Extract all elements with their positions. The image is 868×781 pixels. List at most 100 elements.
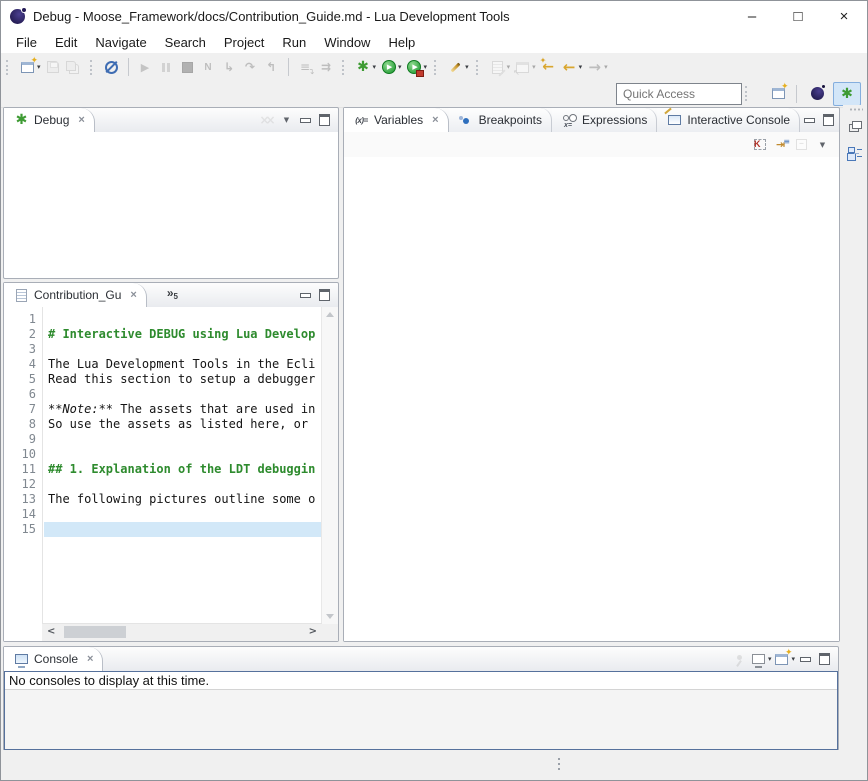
scroll-down-arrow-icon[interactable] — [326, 614, 334, 619]
show-logical-structure-button[interactable] — [749, 135, 770, 154]
view-menu-button[interactable] — [277, 111, 296, 130]
resume-button[interactable] — [135, 58, 156, 77]
menu-help[interactable]: Help — [379, 33, 424, 52]
pin-console-button[interactable] — [730, 650, 749, 669]
quick-access-input[interactable] — [616, 83, 742, 105]
sash-drag-dots-icon[interactable] — [558, 758, 560, 760]
maximize-window-button[interactable]: □ — [775, 1, 821, 31]
view-layout-button[interactable] — [845, 144, 866, 163]
skip-all-breakpoints-button[interactable] — [101, 58, 122, 77]
dropdown-arrow-icon[interactable]: ▾ — [579, 63, 583, 71]
minimize-button[interactable] — [800, 111, 819, 130]
save-all-button[interactable] — [64, 58, 85, 77]
dropdown-arrow-icon[interactable]: ▾ — [373, 63, 377, 71]
tab-breakpoints[interactable]: Breakpoints — [449, 108, 552, 132]
suspend-button[interactable] — [156, 58, 177, 77]
maximize-button[interactable] — [315, 111, 334, 130]
horizontal-scroll-thumb[interactable] — [64, 626, 126, 638]
run-button[interactable]: ▾ — [378, 58, 404, 77]
minimize-window-button[interactable]: – — [729, 1, 775, 31]
display-selected-console-button[interactable]: ▾ — [749, 650, 773, 669]
back-button[interactable]: ▾ — [559, 58, 585, 77]
menu-search[interactable]: Search — [156, 33, 215, 52]
editor-text-area[interactable]: # Interactive DEBUG using Lua DevelopThe… — [44, 307, 322, 624]
maximize-button[interactable] — [315, 286, 334, 305]
tab-variables[interactable]: Variables × — [344, 108, 449, 132]
close-tab-icon[interactable]: × — [432, 114, 438, 126]
debug-button[interactable]: ▾ — [353, 58, 379, 77]
new-wizard-button[interactable]: ▾ — [17, 58, 43, 77]
new-task-button[interactable]: ▾ — [487, 58, 513, 77]
disconnect-button[interactable] — [198, 58, 219, 77]
minimize-button[interactable] — [296, 111, 315, 130]
menu-edit[interactable]: Edit — [46, 33, 86, 52]
tab-interactive-console[interactable]: Interactive Console — [657, 108, 800, 132]
dropdown-arrow-icon[interactable]: ▾ — [507, 63, 511, 71]
tab-console[interactable]: Console × — [4, 647, 103, 671]
menu-file[interactable]: File — [7, 33, 46, 52]
scrollbar-corner — [322, 624, 338, 641]
menu-navigate[interactable]: Navigate — [86, 33, 155, 52]
open-console-button[interactable]: ▾ — [772, 650, 796, 669]
view-menu-button[interactable] — [812, 135, 833, 154]
restore-views-button[interactable] — [845, 117, 866, 136]
collapse-all-button[interactable] — [791, 135, 812, 154]
use-step-filters-button[interactable] — [316, 58, 337, 77]
close-tab-icon[interactable]: × — [87, 653, 93, 665]
dropdown-arrow-icon[interactable]: ▾ — [465, 63, 469, 71]
dropdown-arrow-icon[interactable]: ▾ — [424, 63, 428, 71]
hidden-editors-count: 5 — [174, 292, 178, 301]
tab-expressions[interactable]: Expressions — [552, 108, 657, 132]
step-over-button[interactable] — [240, 58, 261, 77]
minimize-button[interactable] — [796, 650, 815, 669]
terminate-button[interactable] — [177, 58, 198, 77]
close-window-button[interactable]: × — [821, 1, 867, 31]
step-return-button[interactable] — [261, 58, 282, 77]
remove-xx-icon — [259, 112, 276, 129]
minimized-views-strip — [843, 105, 868, 751]
lua-icon — [809, 85, 826, 102]
strip-drag-handle[interactable] — [849, 108, 863, 111]
last-edit-location-button[interactable] — [538, 58, 559, 77]
drop-to-frame-button[interactable] — [295, 58, 316, 77]
save-button[interactable] — [43, 58, 64, 77]
bug-icon — [839, 85, 856, 102]
minimize-button[interactable] — [296, 286, 315, 305]
hidden-editors-chevron[interactable]: »5 — [163, 283, 182, 307]
remove-all-terminated-button[interactable] — [258, 111, 277, 130]
save-icon — [45, 59, 62, 76]
lua-perspective-button[interactable] — [803, 82, 831, 106]
editor-vertical-scrollbar[interactable] — [321, 307, 338, 624]
forward-button[interactable]: ▾ — [584, 58, 610, 77]
menu-run[interactable]: Run — [273, 33, 315, 52]
editor-horizontal-scrollbar[interactable]: < > — [42, 623, 322, 641]
scroll-right-arrow-icon[interactable]: > — [309, 626, 317, 637]
navigate-into-button[interactable] — [770, 135, 791, 154]
dropdown-arrow-icon[interactable]: ▾ — [532, 63, 536, 71]
close-tab-icon[interactable]: × — [78, 114, 84, 126]
dropdown-arrow-icon[interactable]: ▾ — [398, 63, 402, 71]
maximize-button[interactable] — [819, 111, 838, 130]
maximize-button[interactable] — [815, 650, 834, 669]
pin-editor-button[interactable]: ▾ — [512, 58, 538, 77]
tab-label: Variables — [374, 113, 423, 127]
min-icon — [297, 287, 314, 304]
menu-window[interactable]: Window — [315, 33, 379, 52]
run-external-tools-button[interactable]: ▾ — [404, 58, 430, 77]
tab-contribution-guide[interactable]: Contribution_Gu × — [4, 283, 147, 307]
close-tab-icon[interactable]: × — [130, 289, 136, 301]
marker-pen-button[interactable]: ▾ — [445, 58, 471, 77]
dropdown-arrow-icon[interactable]: ▾ — [768, 655, 772, 663]
title-bar: Debug - Moose_Framework/docs/Contributio… — [1, 1, 867, 31]
menu-project[interactable]: Project — [215, 33, 273, 52]
scroll-up-arrow-icon[interactable] — [326, 312, 334, 317]
open-perspective-button[interactable] — [764, 82, 792, 106]
debug-perspective-button[interactable] — [833, 82, 861, 106]
step-into-button[interactable] — [219, 58, 240, 77]
scroll-left-arrow-icon[interactable]: < — [47, 626, 55, 637]
expressions-icon — [561, 112, 578, 129]
toolbar-separator — [434, 60, 440, 75]
editor-line: # Interactive DEBUG using Lua Develop — [48, 327, 322, 342]
tab-debug[interactable]: Debug × — [4, 108, 95, 132]
dropdown-arrow-icon[interactable]: ▾ — [604, 63, 608, 71]
